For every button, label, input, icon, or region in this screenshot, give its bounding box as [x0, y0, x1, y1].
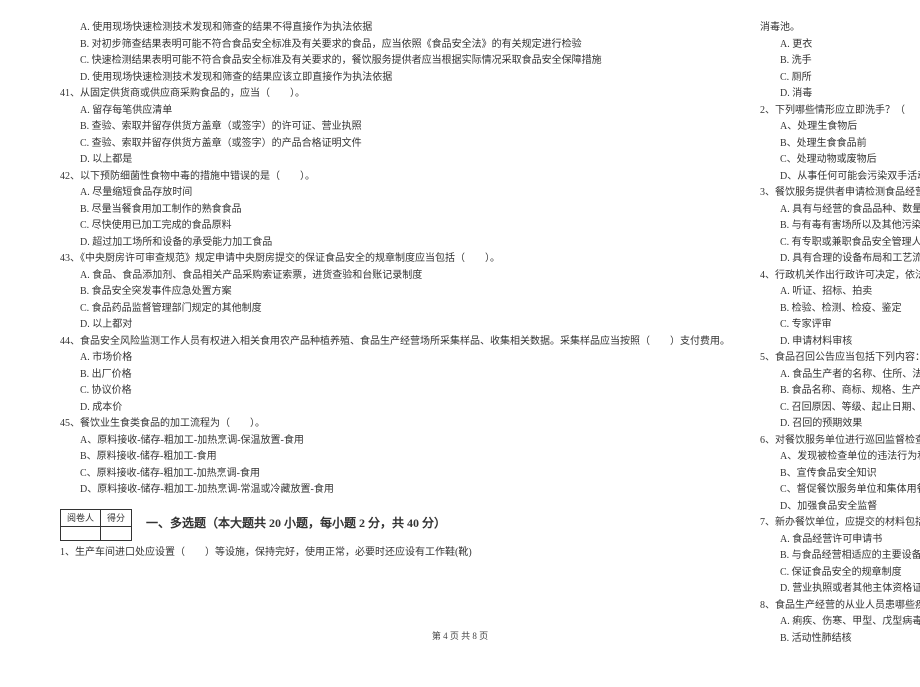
q45-stem: 45、餐饮业生食类食品的加工流程为（ ）。 [60, 416, 730, 433]
section-header-row: 阅卷人 得分 一、多选题（本大题共 20 小题，每小题 2 分，共 40 分） [60, 499, 730, 546]
q43-c: C. 食品药品监督管理部门规定的其他制度 [60, 301, 730, 318]
rq4-c: C. 专家评审 [760, 317, 920, 334]
score-col-score: 得分 [101, 509, 132, 527]
rq5-stem: 5、食品召回公告应当包括下列内容：（ ） [760, 350, 920, 367]
rq2-b: B、处理生食食品前 [760, 136, 920, 153]
rq3-stem: 3、餐饮服务提供者申请检测食品经营许可时，应当具备下列哪项条件（ ）。 [760, 185, 920, 202]
score-cell-empty[interactable] [101, 527, 132, 541]
cont-line: 消毒池。 [760, 20, 920, 37]
q42-d: D. 超过加工场所和设备的承受能力加工食品 [60, 235, 730, 252]
rq5-d: D. 召回的预期效果 [760, 416, 920, 433]
q41-a: A. 留存每笔供应清单 [60, 103, 730, 120]
q42-stem: 42、以下预防细菌性食物中毒的措施中错误的是（ ）。 [60, 169, 730, 186]
rq6-stem: 6、对餐饮服务单位进行巡回监督检查的目的是（ ）。 [760, 433, 920, 450]
r-opt-a: A. 更衣 [760, 37, 920, 54]
r-opt-c: C. 厕所 [760, 70, 920, 87]
q45-b: B、原料接收-储存-粗加工-食用 [60, 449, 730, 466]
q43-a: A. 食品、食品添加剂、食品相关产品采购索证索票，进货查验和台账记录制度 [60, 268, 730, 285]
q41-b: B. 查验、索取并留存供货方盖章（或签字）的许可证、营业执照 [60, 119, 730, 136]
score-col-reviewer: 阅卷人 [61, 509, 101, 527]
rq4-b: B. 检验、检测、检疫、鉴定 [760, 301, 920, 318]
rq6-b: B、宣传食品安全知识 [760, 466, 920, 483]
r-opt-b: B. 洗手 [760, 53, 920, 70]
q45-d: D、原料接收-储存-粗加工-加热烹调-常温或冷藏放置-食用 [60, 482, 730, 499]
q41-d: D. 以上都是 [60, 152, 730, 169]
opt-a: A. 使用现场快速检测技术发现和筛查的结果不得直接作为执法依据 [60, 20, 730, 37]
multi-q1-stem: 1、生产车间进口处应设置（ ）等设施，保持完好，使用正常，必要时还应设有工作鞋(… [60, 545, 730, 562]
q44-a: A. 市场价格 [60, 350, 730, 367]
q42-c: C. 尽快使用已加工完成的食品原料 [60, 218, 730, 235]
q43-stem: 43、《中央厨房许可审查规范》规定申请中央厨房提交的保证食品安全的规章制度应当包… [60, 251, 730, 268]
q44-c: C. 协议价格 [60, 383, 730, 400]
rq7-c: C. 保证食品安全的规章制度 [760, 565, 920, 582]
q44-b: B. 出厂价格 [60, 367, 730, 384]
q43-b: B. 食品安全突发事件应急处置方案 [60, 284, 730, 301]
q41-c: C. 查验、索取并留存供货方盖章（或签字）的产品合格证明文件 [60, 136, 730, 153]
rq2-stem: 2、下列哪些情形应立即洗手？（ ） [760, 103, 920, 120]
rq6-c: C、督促餐饮服务单位和集体用餐配送单位改进食品卫生水平 [760, 482, 920, 499]
rq3-b: B. 与有毒有害场所以及其他污染源保持一定距离 [760, 218, 920, 235]
q41-stem: 41、从固定供货商或供应商采购食品的，应当（ ）。 [60, 86, 730, 103]
rq7-stem: 7、新办餐饮单位，应提交的材料包括：（ ） [760, 515, 920, 532]
score-cell-empty[interactable] [61, 527, 101, 541]
rq4-a: A. 听证、招标、拍卖 [760, 284, 920, 301]
q45-c: C、原料接收-储存-粗加工-加热烹调-食用 [60, 466, 730, 483]
rq3-d: D. 具有合理的设备布局和工艺流程 [760, 251, 920, 268]
rq7-b: B. 与食品经营相适应的主要设备设施布局、操作流程等文件 [760, 548, 920, 565]
r-opt-d: D. 消毒 [760, 86, 920, 103]
q43-d: D. 以上都对 [60, 317, 730, 334]
section-title: 一、多选题（本大题共 20 小题，每小题 2 分，共 40 分） [146, 514, 446, 534]
rq7-d: D. 营业执照或者其他主体资格证明文件复印件 [760, 581, 920, 598]
q44-d: D. 成本价 [60, 400, 730, 417]
q45-a: A、原料接收-储存-粗加工-加热烹调-保温放置-食用 [60, 433, 730, 450]
page-footer: 第 4 页 共 8 页 [0, 629, 920, 642]
q44-stem: 44、食品安全风险监测工作人员有权进入相关食用农产品种植养殖、食品生产经营场所采… [60, 334, 730, 351]
rq6-a: A、发现被检查单位的违法行为和食物中毒隐患 [760, 449, 920, 466]
rq7-a: A. 食品经营许可申请书 [760, 532, 920, 549]
rq2-c: C、处理动物或废物后 [760, 152, 920, 169]
rq3-a: A. 具有与经营的食品品种、数量相适应的场所、设备或者设施 [760, 202, 920, 219]
rq6-d: D、加强食品安全监督 [760, 499, 920, 516]
rq8-stem: 8、食品生产经营的从业人员患哪些疾病不得从事接触直接入口食品的工作（ ）。 [760, 598, 920, 615]
opt-b: B. 对初步筛查结果表明可能不符合食品安全标准及有关要求的食品，应当依照《食品安… [60, 37, 730, 54]
opt-c: C. 快速检测结果表明可能不符合食品安全标准及有关要求的，餐饮服务提供者应当根据… [60, 53, 730, 70]
rq4-d: D. 申请材料审核 [760, 334, 920, 351]
left-column: A. 使用现场快速检测技术发现和筛查的结果不得直接作为执法依据 B. 对初步筛查… [60, 20, 730, 647]
q42-b: B. 尽量当餐食用加工制作的熟食食品 [60, 202, 730, 219]
rq2-d: D、从事任何可能会污染双手活动 [760, 169, 920, 186]
rq2-a: A、处理生食物后 [760, 119, 920, 136]
rq5-b: B. 食品名称、商标、规格、生产日期、批次等； [760, 383, 920, 400]
rq5-c: C. 召回原因、等级、起止日期、区域范围； [760, 400, 920, 417]
rq5-a: A. 食品生产者的名称、住所、法定代表人、具体负责人、联系电话、电子邮箱等； [760, 367, 920, 384]
score-table: 阅卷人 得分 [60, 509, 132, 542]
opt-d: D. 使用现场快速检测技术发现和筛查的结果应该立即直接作为执法依据 [60, 70, 730, 87]
rq4-stem: 4、行政机关作出行政许可决定，依法需要（ ）的，所需时间不计算在许可审批的期限内… [760, 268, 920, 285]
right-column: 消毒池。 A. 更衣 B. 洗手 C. 厕所 D. 消毒 2、下列哪些情形应立即… [760, 20, 920, 647]
q42-a: A. 尽量缩短食品存放时间 [60, 185, 730, 202]
exam-page: A. 使用现场快速检测技术发现和筛查的结果不得直接作为执法依据 B. 对初步筛查… [0, 0, 920, 687]
rq3-c: C. 有专职或兼职食品安全管理人员和保证食品安全的规章制度 [760, 235, 920, 252]
